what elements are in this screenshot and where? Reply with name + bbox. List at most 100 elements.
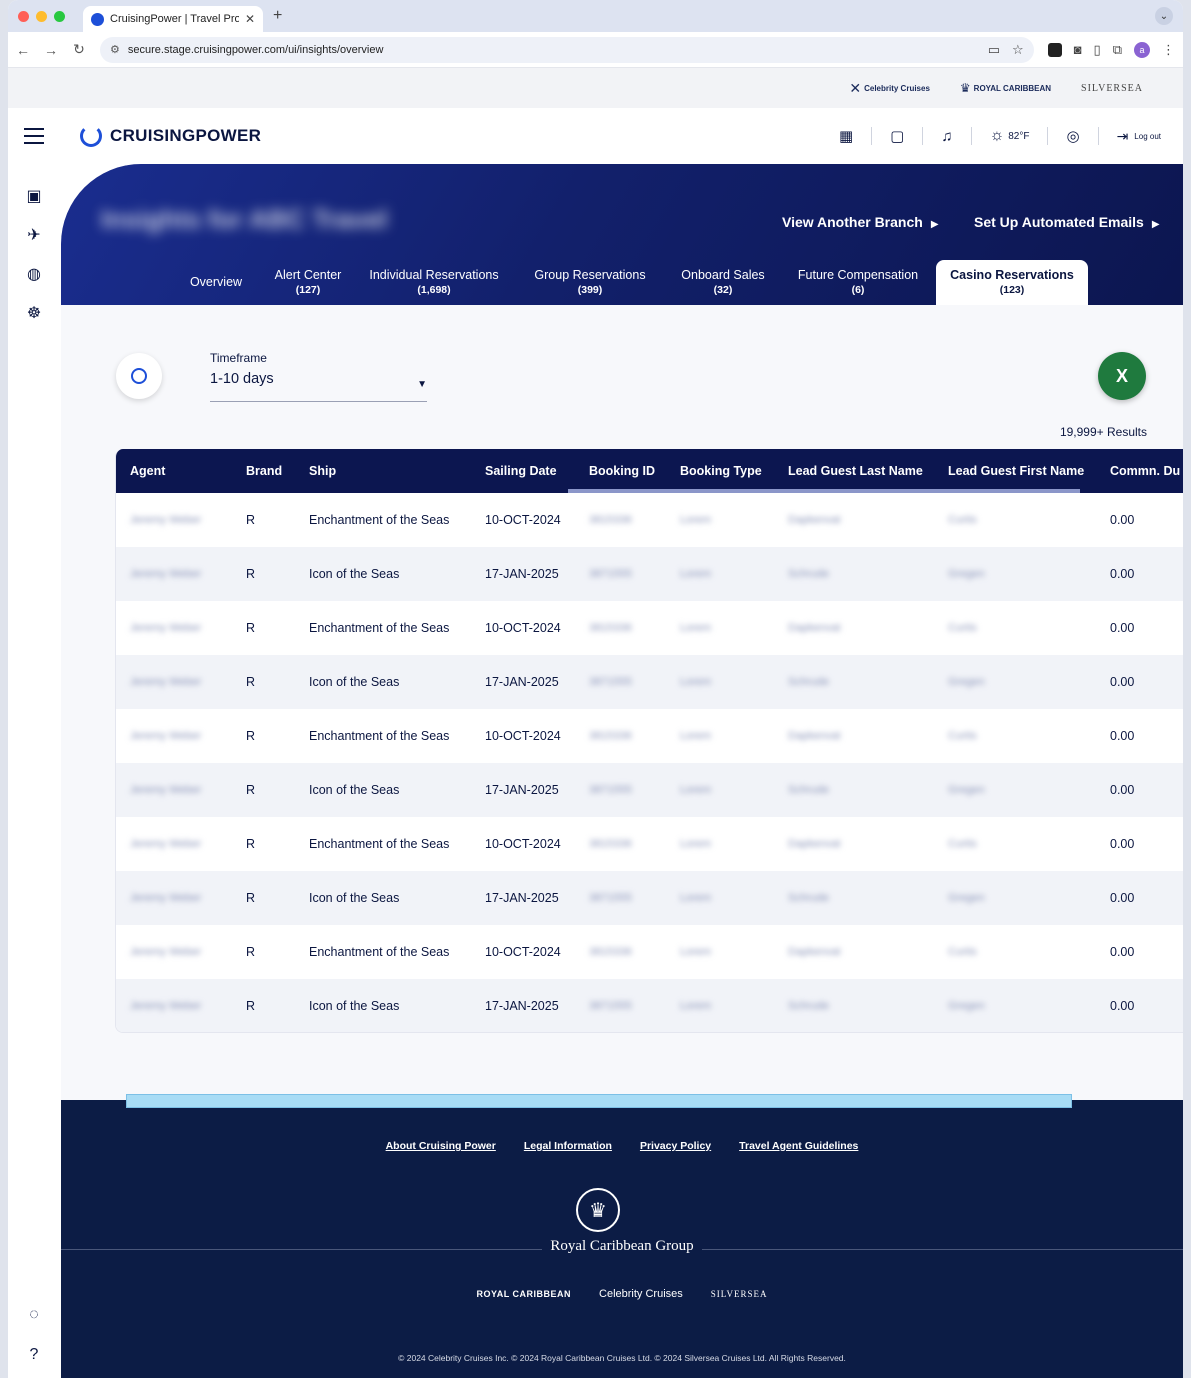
table-row[interactable]: Jeremy Weber R Icon of the Seas 17-JAN-2025…: [116, 655, 1183, 709]
table-row[interactable]: Jeremy Weber R Icon of the Seas 17-JAN-2025…: [116, 547, 1183, 601]
table-row[interactable]: Jeremy Weber R Enchantment of the Seas 10-O…: [116, 709, 1183, 763]
automated-emails-link[interactable]: Set Up Automated Emails ▶: [974, 214, 1160, 230]
weather-temp: 82°F: [1008, 130, 1030, 142]
logout-label: Log out: [1134, 131, 1161, 141]
camera-icon[interactable]: ◙: [1074, 42, 1082, 57]
minimize-window-button[interactable]: [36, 10, 47, 22]
column-header[interactable]: Lead Guest First Name: [948, 449, 1084, 493]
column-header[interactable]: Brand: [246, 449, 282, 493]
table-row[interactable]: Jeremy Weber R Enchantment of the Seas 10-O…: [116, 817, 1183, 871]
browser-tab[interactable]: CruisingPower | Travel Profes ✕: [83, 6, 263, 32]
table-cell: Jeremy Weber: [130, 1000, 202, 1012]
column-header[interactable]: Booking Type: [680, 449, 762, 493]
privacy-link[interactable]: Privacy Policy: [640, 1140, 711, 1152]
maximize-window-button[interactable]: [54, 10, 65, 22]
footer-celebrity-logo[interactable]: Celebrity Cruises: [599, 1288, 683, 1300]
table-cell: 10-OCT-2024: [485, 945, 561, 959]
table-cell: 17-JAN-2025: [485, 783, 559, 797]
column-header[interactable]: Lead Guest Last Name: [788, 449, 923, 493]
tab-individual-reservations[interactable]: Individual Reservations (1,698): [361, 260, 507, 305]
profile-avatar[interactable]: a: [1134, 41, 1150, 58]
table-row[interactable]: Jeremy Weber R Enchantment of the Seas 10-O…: [116, 493, 1183, 547]
royal-caribbean-logo[interactable]: ♛ ROYAL CARIBBEAN: [960, 81, 1051, 95]
tab-future-compensation[interactable]: Future Compensation (6): [787, 260, 929, 305]
weather-widget[interactable]: ☼ 82°F: [990, 127, 1030, 145]
table-cell: R: [246, 783, 256, 797]
tab-casino-reservations[interactable]: Casino Reservations (123): [936, 260, 1088, 305]
celebrity-logo[interactable]: ✕ Celebrity Cruises: [849, 80, 930, 97]
bell-icon[interactable]: ♫: [941, 128, 952, 145]
apps-grid-icon[interactable]: ▦: [839, 127, 853, 145]
table-row[interactable]: Jeremy Weber R Icon of the Seas 17-JAN-2025…: [116, 871, 1183, 925]
table-row[interactable]: Jeremy Weber R Enchantment of the Seas 10-O…: [116, 601, 1183, 655]
table-cell: 3871555: [589, 784, 632, 796]
puzzle-icon[interactable]: ⧉: [1113, 42, 1122, 58]
silversea-logo[interactable]: SILVERSEA: [1081, 83, 1143, 94]
footer-silversea-logo[interactable]: SILVERSEA: [711, 1289, 768, 1299]
legal-link[interactable]: Legal Information: [524, 1140, 612, 1152]
table-cell: 3815336: [589, 730, 632, 742]
table-cell: Jeremy Weber: [130, 514, 202, 526]
chat-icon[interactable]: ▢: [890, 127, 904, 145]
table-cell: Lorem: [680, 892, 712, 904]
table-cell: 0.00: [1110, 783, 1135, 797]
side-nav: ▣ ✈ ◍ ☸ ◌ ?: [8, 164, 61, 1378]
search-button[interactable]: [116, 353, 162, 399]
help-icon[interactable]: ?: [24, 1346, 44, 1366]
cruisingpower-logo[interactable]: CRUISINGPOWER: [80, 125, 261, 147]
footer-royal-logo[interactable]: ROYAL CARIBBEAN: [477, 1289, 572, 1299]
close-window-button[interactable]: [18, 10, 29, 22]
tab-alert-center[interactable]: Alert Center (127): [258, 260, 358, 305]
airplane-icon[interactable]: ✈: [24, 225, 44, 245]
table-row[interactable]: Jeremy Weber R Icon of the Seas 17-JAN-2025…: [116, 979, 1183, 1032]
about-link[interactable]: About Cruising Power: [386, 1140, 496, 1152]
table-row[interactable]: Jeremy Weber R Icon of the Seas 17-JAN-2025…: [116, 763, 1183, 817]
more-menu-icon[interactable]: ⋮: [1162, 42, 1175, 58]
table-cell: Lorem: [680, 514, 712, 526]
tab-overview[interactable]: Overview: [174, 260, 258, 305]
site-settings-icon[interactable]: ⚙: [110, 43, 120, 56]
url-field[interactable]: ⚙ secure.stage.cruisingpower.com/ui/insi…: [100, 36, 1034, 63]
award-icon[interactable]: ☸: [24, 303, 44, 323]
bookmark-star-icon[interactable]: ☆: [1012, 42, 1024, 58]
table-cell: Lorem: [680, 1000, 712, 1012]
table-cell: Lorem: [680, 622, 712, 634]
tab-group-reservations[interactable]: Group Reservations (399): [525, 260, 655, 305]
table-cell: Jeremy Weber: [130, 892, 202, 904]
table-cell: 3871555: [589, 568, 632, 580]
table-row[interactable]: Jeremy Weber R Enchantment of the Seas 10-O…: [116, 925, 1183, 979]
cast-icon[interactable]: ▭: [988, 42, 1000, 58]
calendar-add-icon[interactable]: ▣: [24, 186, 44, 206]
feedback-icon[interactable]: ◌: [24, 1306, 44, 1326]
divider: [1097, 127, 1099, 145]
excel-export-button[interactable]: X: [1098, 352, 1146, 400]
account-icon[interactable]: ◎: [1066, 127, 1079, 145]
table-cell: Lorem: [680, 730, 712, 742]
new-tab-icon[interactable]: +: [273, 7, 282, 25]
sidebar-extension-icon[interactable]: ▯: [1094, 42, 1101, 58]
guidelines-link[interactable]: Travel Agent Guidelines: [739, 1140, 858, 1152]
forward-arrow-icon[interactable]: →: [44, 42, 58, 58]
column-header[interactable]: Agent: [130, 449, 165, 493]
back-arrow-icon[interactable]: ←: [16, 42, 30, 58]
tab-search-chevron-icon[interactable]: ⌄: [1155, 7, 1173, 25]
column-header[interactable]: Booking ID: [589, 449, 655, 493]
page-title: Insights for ABC Travel: [101, 204, 388, 234]
reload-icon[interactable]: ↻: [72, 41, 86, 58]
column-header[interactable]: Ship: [309, 449, 336, 493]
table-cell: 17-JAN-2025: [485, 675, 559, 689]
tab-onboard-sales[interactable]: Onboard Sales (32): [673, 260, 773, 305]
view-another-branch-link[interactable]: View Another Branch ▶: [782, 214, 939, 230]
horizontal-scrollbar[interactable]: [126, 1094, 1072, 1108]
extension-icon[interactable]: [1047, 42, 1062, 57]
logout-button[interactable]: ⇥ Log out: [1117, 128, 1161, 145]
hamburger-menu-icon[interactable]: [24, 128, 44, 144]
table-cell: Curtis: [948, 622, 977, 634]
table-cell: 0.00: [1110, 837, 1135, 851]
close-tab-icon[interactable]: ✕: [245, 12, 255, 26]
timeframe-select[interactable]: 1-10 days ▼: [210, 371, 427, 402]
caret-down-icon: ▼: [417, 379, 427, 390]
column-header[interactable]: Commn. Du: [1110, 449, 1180, 493]
globe-icon[interactable]: ◍: [24, 264, 44, 284]
column-header[interactable]: Sailing Date: [485, 449, 557, 493]
